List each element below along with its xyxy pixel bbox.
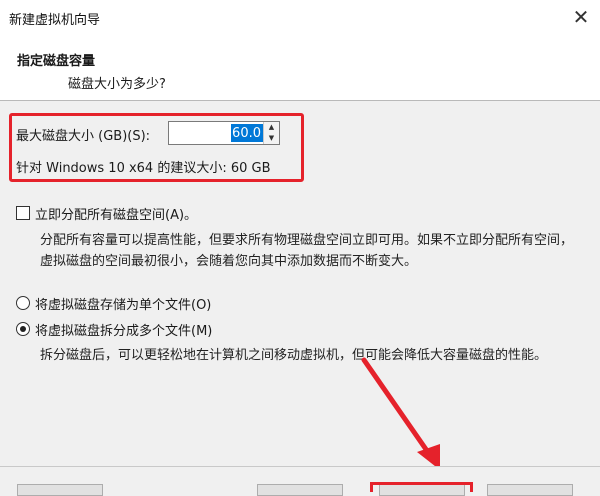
back-button[interactable] [257, 484, 343, 496]
help-button[interactable] [17, 484, 103, 496]
cancel-button[interactable] [487, 484, 573, 496]
annotation-arrow-icon [361, 357, 440, 470]
next-button-highlight-box [370, 482, 473, 492]
